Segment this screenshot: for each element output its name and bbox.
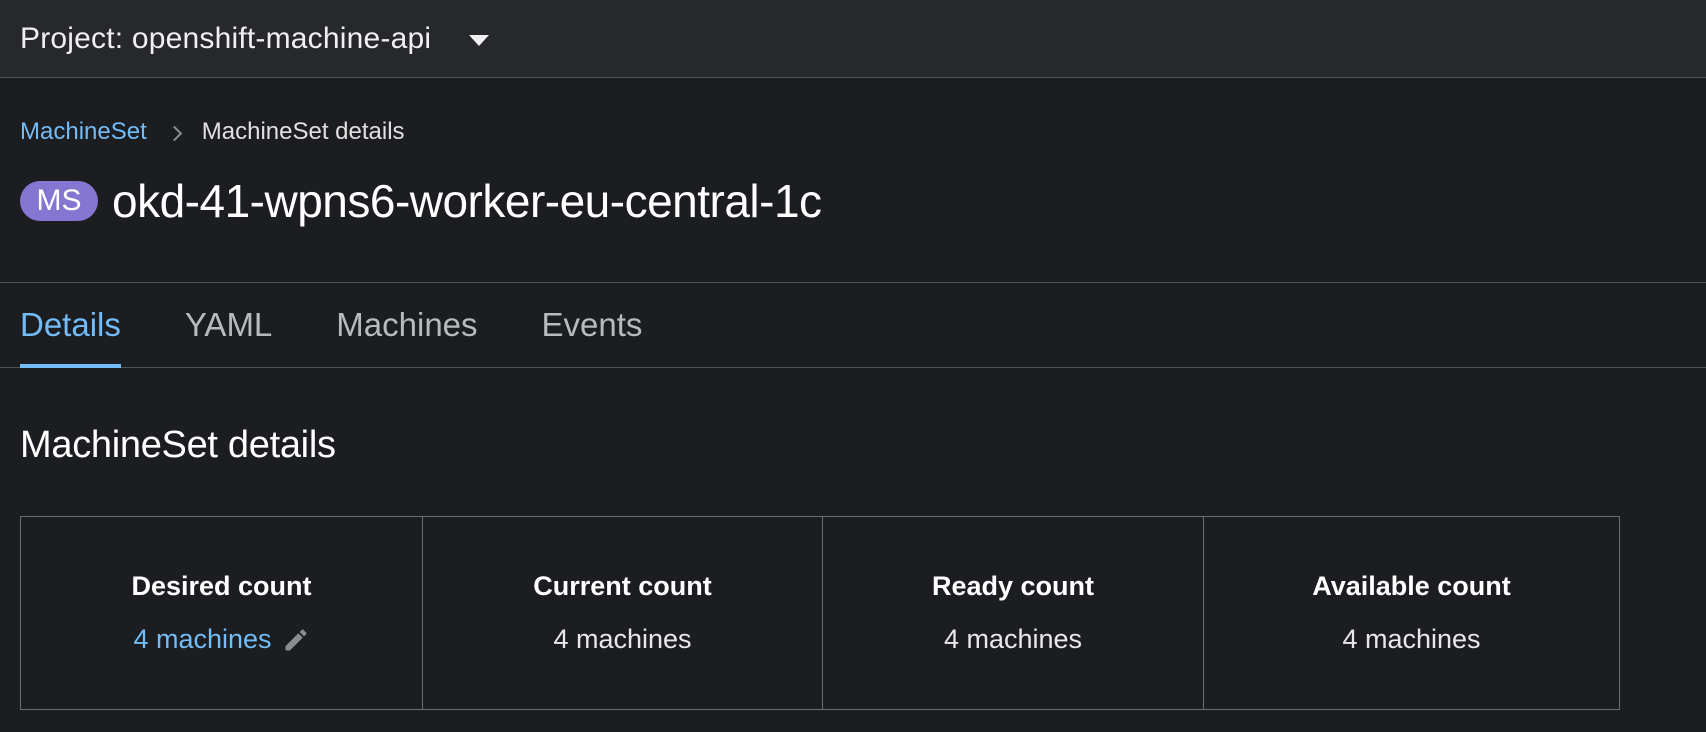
current-count-cell: Current count 4 machines xyxy=(423,517,823,709)
tab-machines[interactable]: Machines xyxy=(336,283,477,367)
available-count-value: 4 machines xyxy=(1342,624,1481,654)
tab-details[interactable]: Details xyxy=(20,283,121,368)
current-count-value: 4 machines xyxy=(553,624,692,654)
breadcrumb-machineset-link[interactable]: MachineSet xyxy=(20,118,147,146)
desired-count-edit-link[interactable]: 4 machines xyxy=(133,624,309,655)
section-title: MachineSet details xyxy=(20,424,336,466)
desired-count-label: Desired count xyxy=(131,571,312,601)
current-count-label: Current count xyxy=(533,571,712,601)
project-selector[interactable]: Project: openshift-machine-api xyxy=(20,0,490,78)
breadcrumb: MachineSet MachineSet details xyxy=(20,118,405,146)
desired-count-value[interactable]: 4 machines xyxy=(133,624,271,655)
ready-count-value: 4 machines xyxy=(943,624,1083,654)
chevron-right-icon xyxy=(166,125,183,141)
available-count-cell: Available count 4 machines xyxy=(1204,517,1619,709)
page-heading: MS okd-41-wpns6-worker-eu-central-1c xyxy=(20,174,822,228)
resource-kind-badge: MS xyxy=(20,181,98,221)
tab-bar: Details YAML Machines Events xyxy=(0,282,1706,368)
ready-count-label: Ready count xyxy=(931,571,1095,601)
ready-count-cell: Ready count 4 machines xyxy=(823,517,1204,709)
machine-counts-panel: Desired count 4 machines Current count 4… xyxy=(20,516,1620,710)
breadcrumb-current: MachineSet details xyxy=(201,118,405,145)
tab-yaml[interactable]: YAML xyxy=(185,283,272,367)
project-bar: Project: openshift-machine-api xyxy=(0,0,1706,78)
tab-events[interactable]: Events xyxy=(542,283,643,367)
project-label: Project: openshift-machine-api xyxy=(20,22,432,55)
caret-down-icon[interactable] xyxy=(469,34,490,46)
page-title: okd-41-wpns6-worker-eu-central-1c xyxy=(112,175,822,227)
available-count-label: Available count xyxy=(1312,571,1511,601)
pencil-icon[interactable] xyxy=(282,626,310,654)
desired-count-cell: Desired count 4 machines xyxy=(21,517,423,709)
